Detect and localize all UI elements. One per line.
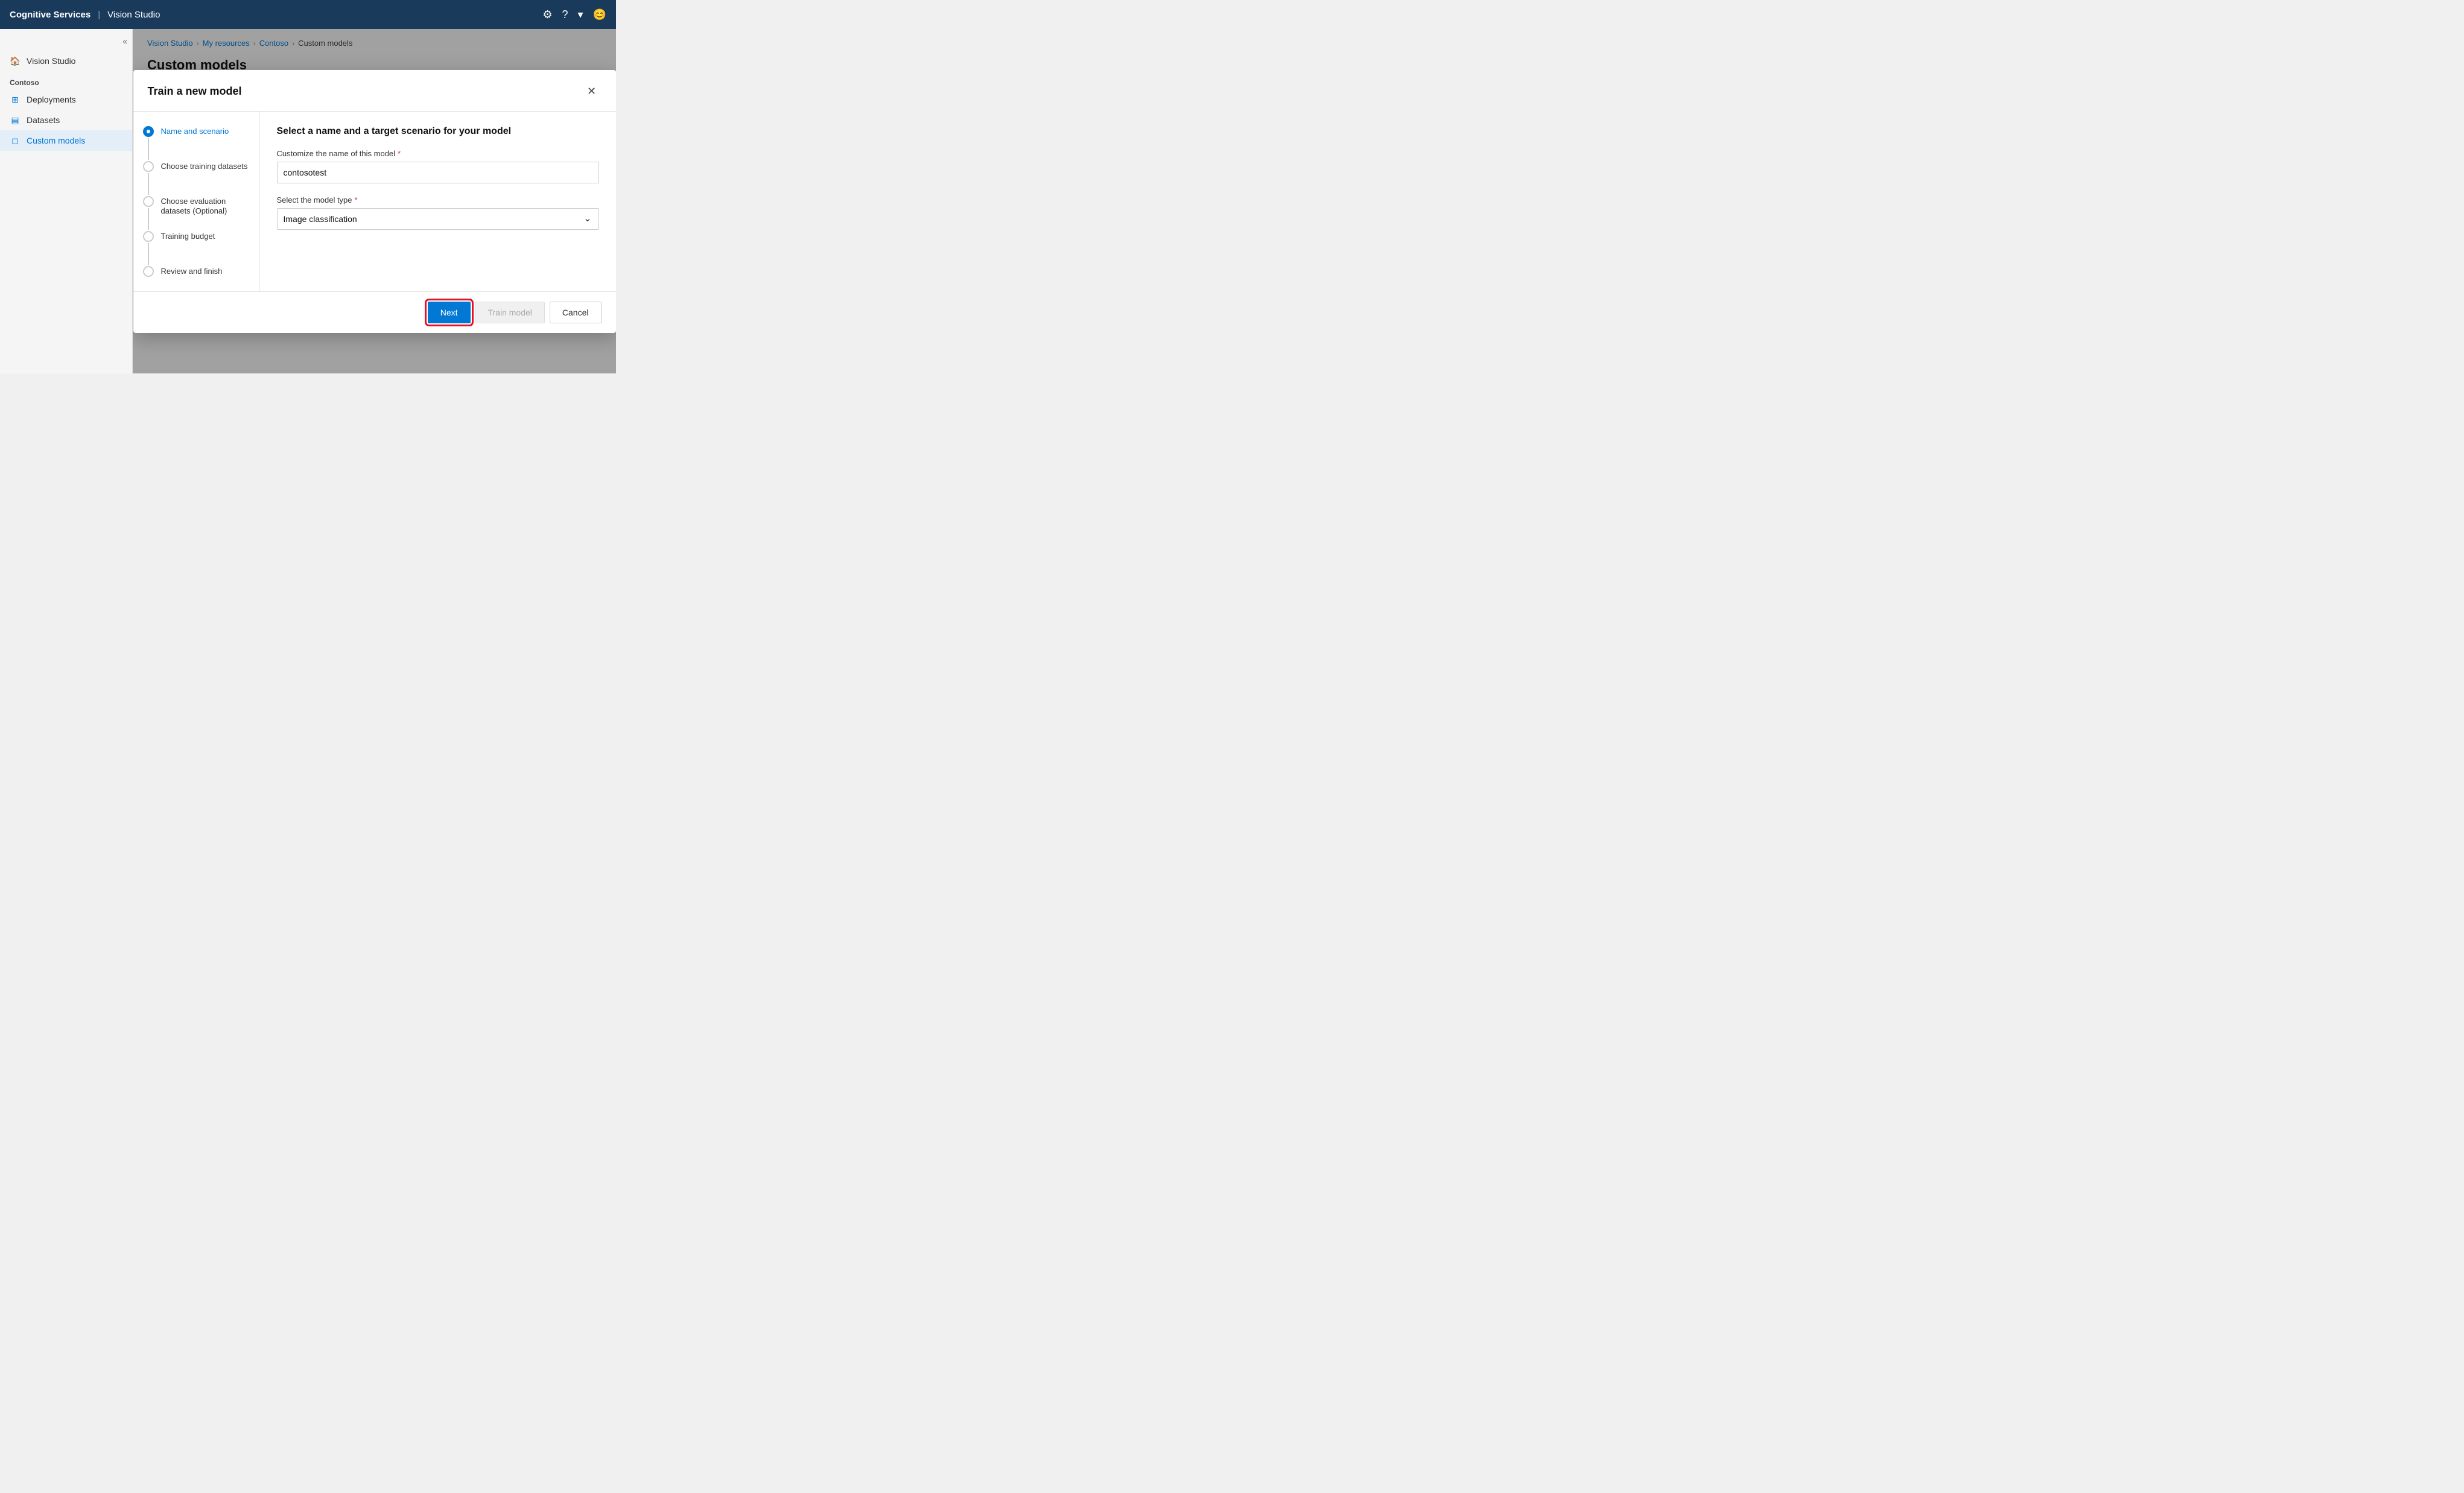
sidebar-item-datasets[interactable]: ▤ Datasets [0,110,132,130]
user-icon[interactable]: 😊 [593,8,606,21]
step-1-label: Name and scenario [161,126,229,137]
sidebar-item-deployments-label: Deployments [27,95,76,104]
custom-models-icon: ◻ [10,135,21,146]
step-2-circle [143,161,154,172]
modal-title: Train a new model [148,85,242,98]
model-name-input[interactable] [277,162,599,183]
main-layout: « 🏠 Vision Studio Contoso ⊞ Deployments … [0,29,616,373]
step-5-label: Review and finish [161,266,223,277]
step-5-circle [143,266,154,277]
steps-panel: Name and scenario Choose training datase… [133,112,260,291]
sidebar-item-custom-models[interactable]: ◻ Custom models [0,130,132,151]
sidebar-item-deployments[interactable]: ⊞ Deployments [0,89,132,110]
step-4-label: Training budget [161,231,215,242]
step-2-line [148,173,149,195]
settings-icon[interactable]: ⚙ [542,8,552,21]
top-navigation: Cognitive Services | Vision Studio ⚙ ? ▾… [0,0,616,29]
home-icon: 🏠 [10,55,21,66]
step-2-label: Choose training datasets [161,161,248,172]
step-4: Training budget [143,231,250,266]
sidebar-app-label: Vision Studio [27,56,75,66]
model-name-label: Customize the name of this model * [277,149,599,158]
model-type-label: Select the model type * [277,195,599,204]
modal-body: Name and scenario Choose training datase… [133,112,616,291]
dropdown-icon[interactable]: ▾ [578,8,583,21]
nav-actions: ⚙ ? ▾ 😊 [542,8,606,21]
help-icon[interactable]: ? [562,8,568,21]
sidebar-item-datasets-label: Datasets [27,115,60,125]
model-type-select[interactable]: Image classification Object detection Pr… [277,208,599,230]
model-type-field: Select the model type * Image classifica… [277,195,599,230]
modal-footer: Next Train model Cancel [133,291,616,333]
model-type-select-wrapper: Image classification Object detection Pr… [277,208,599,230]
datasets-icon: ▤ [10,115,21,125]
nav-brand-group: Cognitive Services | Vision Studio [10,10,160,20]
step-5: Review and finish [143,266,250,277]
collapse-button[interactable]: « [122,36,127,46]
next-button[interactable]: Next [428,302,471,323]
step-1-line [148,138,149,160]
modal-close-button[interactable]: ✕ [582,82,602,101]
sidebar-app-item[interactable]: 🏠 Vision Studio [0,51,132,71]
modal-overlay: Train a new model ✕ Name and scenar [133,29,616,373]
model-type-required: * [355,195,358,204]
step-4-connector [143,231,154,266]
nav-brand-label: Cognitive Services [10,10,90,20]
step-2-connector [143,161,154,196]
sidebar-collapse-area: « [0,34,132,51]
step-3-circle [143,196,154,207]
deployments-icon: ⊞ [10,94,21,105]
cancel-button[interactable]: Cancel [550,302,602,323]
step-1-circle [143,126,154,137]
form-heading: Select a name and a target scenario for … [277,126,599,137]
content-area: Vision Studio › My resources › Contoso ›… [133,29,616,373]
step-4-circle [143,231,154,242]
form-panel: Select a name and a target scenario for … [260,112,616,291]
model-name-field: Customize the name of this model * [277,149,599,183]
sidebar-section-label: Contoso [0,71,132,89]
step-3: Choose evaluation datasets (Optional) [143,196,250,231]
sidebar-item-custom-models-label: Custom models [27,136,85,145]
nav-separator: | [98,10,100,20]
step-3-label: Choose evaluation datasets (Optional) [161,196,250,217]
modal-header: Train a new model ✕ [133,70,616,112]
modal-dialog: Train a new model ✕ Name and scenar [133,70,616,333]
train-model-button: Train model [475,302,545,323]
nav-app-name: Vision Studio [107,10,160,20]
sidebar: « 🏠 Vision Studio Contoso ⊞ Deployments … [0,29,133,373]
model-name-required: * [398,149,401,158]
step-4-line [148,243,149,265]
step-2: Choose training datasets [143,161,250,196]
step-5-connector [143,266,154,277]
step-3-connector [143,196,154,231]
step-1: Name and scenario [143,126,250,161]
step-1-connector [143,126,154,161]
step-3-line [148,208,149,230]
